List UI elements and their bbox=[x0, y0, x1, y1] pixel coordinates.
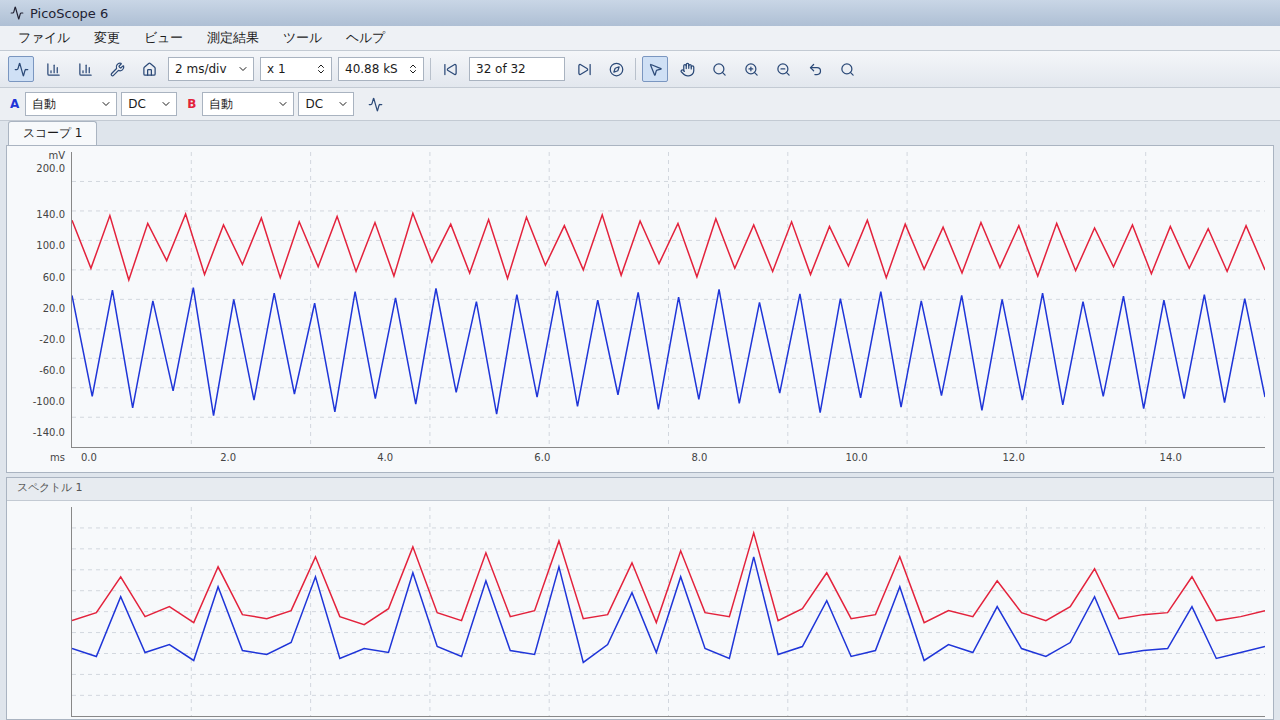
y-axis bbox=[7, 507, 71, 717]
spectrum-chart bbox=[7, 501, 1273, 719]
title-bar: PicoScope 6 bbox=[0, 0, 1280, 26]
hand-icon[interactable] bbox=[674, 56, 700, 82]
y-tick: 140.0 bbox=[36, 209, 65, 220]
grid-lines bbox=[72, 507, 1265, 716]
dropdown-icon bbox=[277, 98, 289, 110]
menu-item[interactable]: ツール bbox=[273, 26, 332, 50]
waveform bbox=[72, 152, 1265, 447]
timebase-select[interactable]: 2 ms/div bbox=[168, 57, 254, 81]
scope-plot[interactable] bbox=[71, 152, 1265, 448]
pointer-icon[interactable] bbox=[642, 56, 668, 82]
coupling-select[interactable]: DC bbox=[121, 92, 177, 116]
previous-buffer-icon[interactable] bbox=[437, 56, 463, 82]
channel-label[interactable]: B bbox=[185, 97, 198, 111]
dropdown-icon bbox=[100, 98, 112, 110]
dropdown-icon bbox=[237, 63, 249, 75]
range-select[interactable]: 自動 bbox=[202, 92, 294, 116]
x-tick: 0.0 bbox=[81, 452, 97, 463]
menu-bar: ファイル変更ビュー測定結果ツールヘルプ bbox=[0, 26, 1280, 51]
menu-item[interactable]: 変更 bbox=[84, 26, 130, 50]
zoom-field[interactable]: x 1 bbox=[260, 57, 332, 81]
spectrum-title: スペクトル 1 bbox=[7, 478, 1273, 501]
channel-bar: A自動DCB自動DC bbox=[0, 88, 1280, 121]
scope-panel: mV200.0 140.0 100.0 60.0 20.0 -20.0 -60.0 -100.… bbox=[6, 145, 1274, 473]
spectrum-mode-icon[interactable] bbox=[72, 56, 98, 82]
view-tab[interactable]: スコープ 1 bbox=[8, 121, 97, 145]
series-B bbox=[72, 213, 1265, 280]
home-icon[interactable] bbox=[136, 56, 162, 82]
spectrum-panel: スペクトル 1 bbox=[6, 477, 1274, 720]
channel-group: B 自動DC bbox=[185, 92, 354, 116]
series-A bbox=[72, 288, 1265, 416]
zoom-in-icon[interactable] bbox=[738, 56, 764, 82]
spinner-icon bbox=[315, 63, 327, 75]
toolbar: 2 ms/divx 140.88 kS 32 of 32 bbox=[0, 51, 1280, 88]
y-axis: mV200.0 140.0 100.0 60.0 20.0 -20.0 -60.0 -100.… bbox=[7, 152, 71, 448]
channel-group: A 自動DC bbox=[8, 92, 177, 116]
x-axis: 0.0 2.0 4.0 6.0 8.0 10.0 12.0 14.0 bbox=[71, 448, 1265, 470]
buffer-field[interactable]: 32 of 32 bbox=[469, 57, 565, 81]
navigator-icon[interactable] bbox=[603, 56, 629, 82]
menu-item[interactable]: ファイル bbox=[8, 26, 80, 50]
y-unit: mV bbox=[48, 150, 65, 161]
y-tick: -100.0 bbox=[33, 396, 65, 407]
x-tick: 6.0 bbox=[534, 452, 550, 463]
probe-icon[interactable] bbox=[104, 56, 130, 82]
zoom-fit-icon[interactable] bbox=[834, 56, 860, 82]
x-unit: ms bbox=[7, 448, 71, 470]
dropdown-icon bbox=[160, 98, 172, 110]
menu-item[interactable]: ヘルプ bbox=[336, 26, 395, 50]
samples-field[interactable]: 40.88 kS bbox=[338, 57, 424, 81]
menu-item[interactable]: ビュー bbox=[134, 26, 193, 50]
app-window: PicoScope 6ファイル変更ビュー測定結果ツールヘルプ2 ms/divx … bbox=[0, 0, 1280, 720]
tab-bar: スコープ 1 bbox=[0, 121, 1280, 145]
spectrum bbox=[72, 507, 1265, 716]
scope-chart: mV200.0 140.0 100.0 60.0 20.0 -20.0 -60.0 -100.… bbox=[7, 146, 1273, 472]
app-logo-icon bbox=[10, 6, 24, 20]
series-B bbox=[72, 533, 1265, 625]
undo-zoom-icon[interactable] bbox=[802, 56, 828, 82]
x-tick: 8.0 bbox=[691, 452, 707, 463]
x-tick: 12.0 bbox=[1002, 452, 1024, 463]
grid-lines bbox=[72, 152, 1265, 447]
x-tick: 2.0 bbox=[220, 452, 236, 463]
x-tick: 4.0 bbox=[377, 452, 393, 463]
scope-mode-icon[interactable] bbox=[8, 56, 34, 82]
next-buffer-icon[interactable] bbox=[571, 56, 597, 82]
x-tick: 14.0 bbox=[1160, 452, 1182, 463]
y-tick: 20.0 bbox=[43, 302, 65, 313]
x-tick: 10.0 bbox=[845, 452, 867, 463]
y-tick: 60.0 bbox=[43, 271, 65, 282]
spectrum-plot[interactable] bbox=[71, 507, 1265, 717]
range-select[interactable]: 自動 bbox=[25, 92, 117, 116]
y-tick: 100.0 bbox=[36, 240, 65, 251]
coupling-select[interactable]: DC bbox=[298, 92, 354, 116]
advanced-options-icon[interactable] bbox=[362, 91, 388, 117]
series-A bbox=[72, 557, 1265, 663]
zoom-out-icon[interactable] bbox=[770, 56, 796, 82]
y-tick: -140.0 bbox=[33, 427, 65, 438]
channel-label[interactable]: A bbox=[8, 97, 21, 111]
dropdown-icon bbox=[337, 98, 349, 110]
spinner-icon bbox=[407, 63, 419, 75]
y-tick: -60.0 bbox=[39, 364, 65, 375]
persistence-mode-icon[interactable] bbox=[40, 56, 66, 82]
menu-item[interactable]: 測定結果 bbox=[197, 26, 269, 50]
zoom-area-icon[interactable] bbox=[706, 56, 732, 82]
y-tick: 200.0 bbox=[36, 162, 65, 173]
y-tick: -20.0 bbox=[39, 333, 65, 344]
window-title: PicoScope 6 bbox=[30, 6, 108, 21]
